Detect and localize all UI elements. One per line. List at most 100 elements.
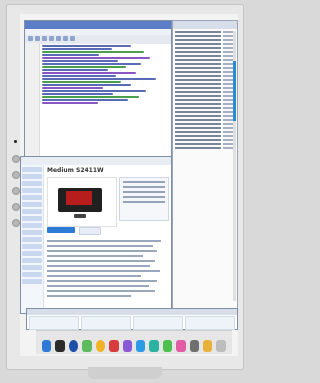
row-value [175, 107, 221, 109]
monitor-button-2[interactable] [12, 171, 20, 179]
pane[interactable] [29, 316, 79, 330]
monitor-control-buttons [10, 140, 20, 235]
finder-icon[interactable] [42, 340, 52, 352]
code-area[interactable] [40, 43, 171, 159]
monitor-product-image [58, 188, 102, 212]
right-panel-title [173, 21, 237, 29]
monitor-button-3[interactable] [12, 187, 20, 195]
pane[interactable] [185, 316, 235, 330]
sidebar-link[interactable] [22, 202, 42, 207]
code-line [42, 66, 126, 68]
monitor-button-1[interactable] [12, 155, 20, 163]
browser-window: Medium S2411W [20, 156, 172, 314]
row-value [175, 91, 221, 93]
sidebar-link[interactable] [22, 251, 42, 256]
red-app-icon[interactable] [109, 340, 119, 352]
ide-window [24, 20, 172, 160]
text-line [47, 280, 158, 282]
sidebar-link[interactable] [22, 181, 42, 186]
purple-app-icon[interactable] [122, 340, 132, 352]
tool-icon[interactable] [63, 36, 68, 41]
leaf-icon[interactable] [82, 340, 92, 352]
row-value [175, 123, 221, 125]
sidebar-link[interactable] [22, 258, 42, 263]
monitor-stand [88, 367, 162, 379]
text-line [47, 250, 158, 252]
sidebar-link[interactable] [22, 265, 42, 270]
bottom-window-content[interactable] [27, 315, 237, 331]
row-value [175, 75, 221, 77]
sidebar-link[interactable] [22, 244, 42, 249]
teal-app-icon[interactable] [149, 340, 159, 352]
sidebar-link[interactable] [22, 174, 42, 179]
tool-icon[interactable] [70, 36, 75, 41]
ide-editor[interactable] [25, 43, 171, 159]
product-info-box [119, 177, 169, 221]
row-value [175, 83, 221, 85]
row-value [175, 95, 221, 97]
code-line [42, 96, 139, 98]
power-led [14, 140, 17, 143]
row-value [175, 99, 221, 101]
right-panel-list[interactable] [173, 29, 237, 151]
sidebar-link[interactable] [22, 167, 42, 172]
code-line [42, 45, 131, 47]
pane[interactable] [133, 316, 183, 330]
buy-button[interactable] [47, 227, 75, 233]
sun-icon[interactable] [95, 340, 106, 352]
safari-icon[interactable] [68, 340, 79, 352]
tool-icon[interactable] [49, 36, 54, 41]
tool-icon[interactable] [35, 36, 40, 41]
green-app-icon[interactable] [162, 340, 173, 352]
product-title: Medium S2411W [47, 167, 104, 174]
trash-icon[interactable] [216, 340, 226, 352]
tool-icon[interactable] [56, 36, 61, 41]
code-line [42, 102, 98, 104]
code-line [42, 54, 100, 56]
pencil-icon[interactable] [203, 340, 213, 352]
product-image-card [47, 177, 117, 227]
row-value [175, 31, 221, 33]
row-value [175, 67, 221, 69]
text-line [47, 265, 151, 267]
tool-icon[interactable] [42, 36, 47, 41]
sidebar-link[interactable] [22, 216, 42, 221]
scrollbar-thumb[interactable] [233, 61, 236, 121]
row-value [175, 63, 221, 65]
sidebar-link[interactable] [22, 279, 42, 284]
code-line [42, 69, 109, 71]
info-line [123, 181, 165, 183]
code-line [42, 81, 121, 83]
code-line [42, 57, 150, 59]
secondary-button[interactable] [79, 227, 101, 235]
list-item[interactable] [175, 146, 235, 150]
sidebar-link[interactable] [22, 237, 42, 242]
monitor-button-4[interactable] [12, 203, 20, 211]
pink-app-icon[interactable] [176, 340, 186, 352]
tool-icon[interactable] [189, 340, 200, 352]
tool-icon[interactable] [28, 36, 33, 41]
sidebar-link[interactable] [22, 209, 42, 214]
text-line [47, 275, 141, 277]
browser-sidebar[interactable] [21, 165, 44, 313]
row-value [175, 35, 221, 37]
row-value [175, 115, 221, 117]
code-line [42, 60, 119, 62]
sidebar-link[interactable] [22, 195, 42, 200]
pane[interactable] [81, 316, 131, 330]
code-line [42, 90, 147, 92]
monitor-button-5[interactable] [12, 219, 20, 227]
text-line [47, 295, 131, 297]
row-value [175, 135, 221, 137]
sidebar-link[interactable] [22, 230, 42, 235]
text-line [47, 240, 161, 242]
line-number-gutter [25, 43, 40, 159]
text-line [47, 285, 149, 287]
sidebar-link[interactable] [22, 188, 42, 193]
info-line [123, 186, 165, 188]
blue-app-icon[interactable] [135, 340, 146, 352]
launchpad-icon[interactable] [55, 340, 65, 352]
sidebar-link[interactable] [22, 272, 42, 277]
sidebar-link[interactable] [22, 223, 42, 228]
row-value [175, 131, 221, 133]
